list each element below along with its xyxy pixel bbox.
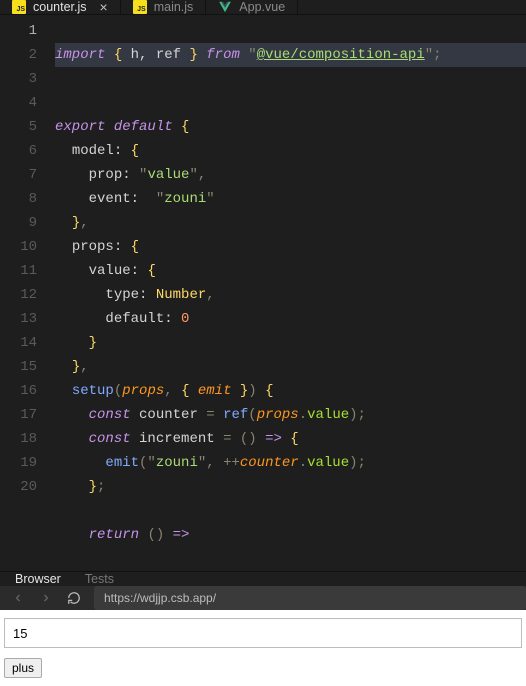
back-icon[interactable] [10, 590, 26, 606]
browser-url-bar [0, 586, 526, 610]
js-icon: JS [12, 0, 26, 14]
reload-icon[interactable] [66, 590, 82, 606]
tab-counter-js[interactable]: JS counter.js × [0, 0, 121, 14]
plus-button[interactable]: plus [4, 658, 42, 678]
tab-label: App.vue [239, 0, 285, 14]
counter-input[interactable] [4, 618, 522, 648]
preview-panel-tabs: Browser Tests [0, 571, 526, 586]
panel-tab-browser[interactable]: Browser [15, 572, 61, 586]
tab-main-js[interactable]: JS main.js [121, 0, 207, 14]
code-content[interactable]: import { h, ref } from "@vue/composition… [55, 15, 526, 571]
js-icon: JS [133, 0, 147, 14]
code-editor[interactable]: 12345 678910 1112131415 1617181920 impor… [0, 15, 526, 571]
panel-tab-tests[interactable]: Tests [85, 572, 114, 586]
tab-app-vue[interactable]: App.vue [206, 0, 298, 14]
tab-label: counter.js [33, 0, 87, 14]
preview-pane: plus [0, 610, 526, 686]
close-icon[interactable]: × [100, 0, 108, 14]
vue-icon [218, 0, 232, 14]
url-input[interactable] [94, 586, 526, 610]
forward-icon[interactable] [38, 590, 54, 606]
editor-tabs: JS counter.js × JS main.js App.vue [0, 0, 526, 15]
line-gutter: 12345 678910 1112131415 1617181920 [0, 15, 55, 571]
tab-label: main.js [154, 0, 194, 14]
